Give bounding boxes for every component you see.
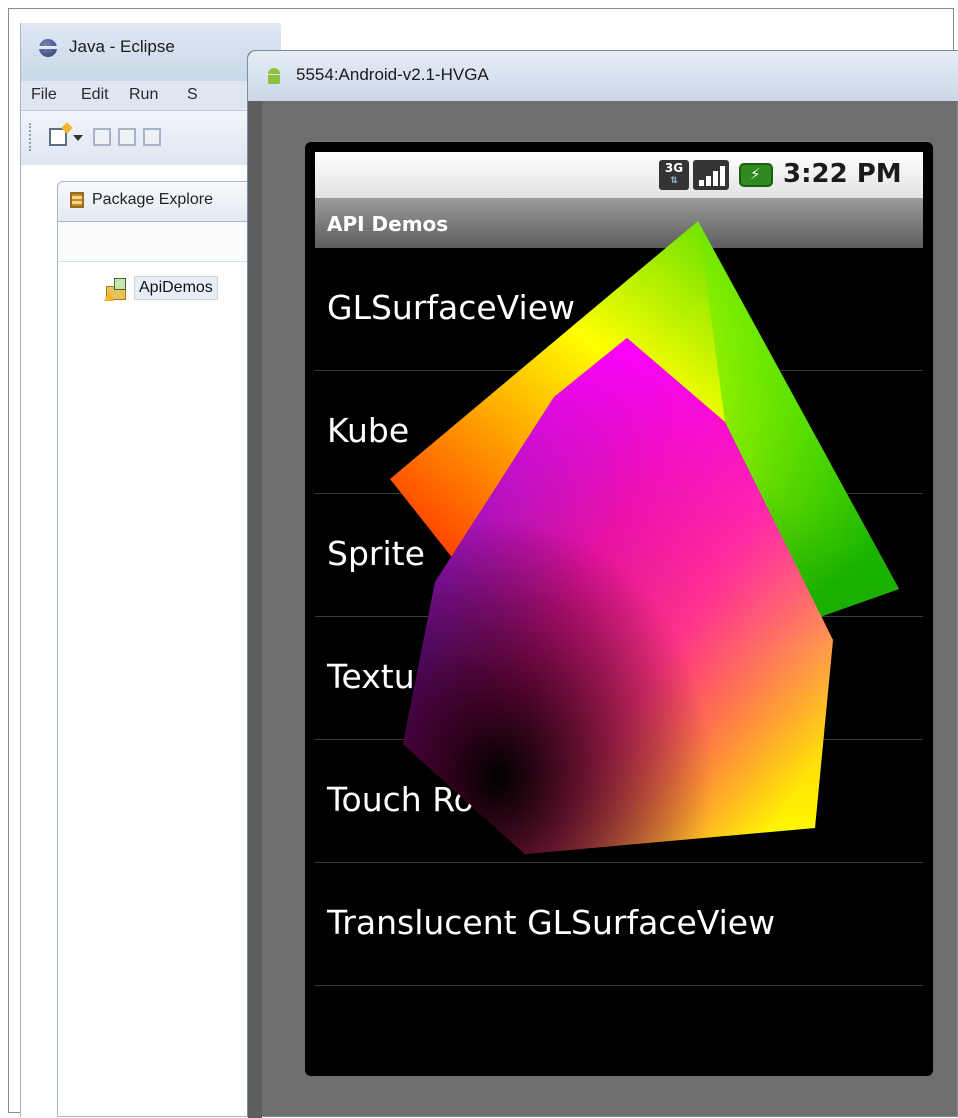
status-bar: 3G⇅ 3:22 PM — [315, 152, 923, 198]
menu-source[interactable]: S — [187, 86, 198, 104]
battery-charging-icon — [739, 163, 773, 187]
list-item-label: Textu — [327, 657, 415, 696]
tab-package-explorer-label: Package Explore — [92, 191, 213, 208]
android-icon — [266, 68, 282, 84]
eclipse-menu-bar: File Edit Run S — [21, 81, 281, 111]
list-item-kube[interactable]: Kube — [315, 371, 923, 494]
list-item-label: Touch Ro — [327, 780, 474, 819]
eclipse-window-title: Java - Eclipse — [69, 37, 175, 56]
list-item-label: Translucent GLSurfaceView — [327, 903, 776, 942]
menu-edit[interactable]: Edit — [81, 86, 109, 104]
tree-item-label: ApiDemos — [134, 276, 218, 300]
list-item-label: Kube — [327, 411, 410, 450]
eclipse-logo-icon — [38, 39, 58, 57]
list-item-textures[interactable]: Textu — [315, 617, 923, 740]
signal-strength-icon — [693, 160, 729, 190]
toolbar-grip[interactable] — [29, 123, 32, 151]
app-title: API Demos — [327, 212, 449, 236]
network-3g-icon: 3G ⇅ — [659, 160, 689, 190]
app-title-bar: API Demos — [315, 198, 923, 248]
status-time: 3:22 PM — [783, 159, 902, 189]
tree-item-apidemos[interactable]: ApiDemos — [102, 276, 262, 304]
eclipse-toolbar — [21, 111, 281, 165]
emulator-window-title: 5554:Android-v2.1-HVGA — [296, 65, 489, 84]
print-icon[interactable] — [143, 128, 161, 146]
emulator-frame-edge — [248, 101, 262, 1118]
list-item-glsurfaceview[interactable]: GLSurfaceView — [315, 248, 923, 371]
device-screen[interactable]: 3G⇅ 3:22 PM API Demos GLSurfaceView Kube… — [305, 142, 933, 1076]
new-wizard-icon[interactable] — [49, 128, 67, 146]
save-icon[interactable] — [93, 128, 111, 146]
eclipse-title-bar: Java - Eclipse — [21, 23, 281, 81]
list-item-label: Sprite — [327, 534, 425, 573]
save-all-icon[interactable] — [118, 128, 136, 146]
list-item-label: GLSurfaceView — [327, 288, 575, 327]
android-project-icon — [104, 278, 128, 302]
menu-file[interactable]: File — [31, 86, 57, 104]
package-explorer-icon — [70, 192, 84, 208]
chevron-down-icon[interactable] — [73, 135, 83, 141]
list-item-sprite[interactable]: Sprite — [315, 494, 923, 617]
list-item-translucent-glsurfaceview[interactable]: Translucent GLSurfaceView — [315, 863, 923, 986]
menu-run[interactable]: Run — [129, 86, 158, 104]
list-item-touch-rotate[interactable]: Touch Ro — [315, 740, 923, 863]
eclipse-window: Java - Eclipse File Edit Run S Package E… — [20, 23, 281, 1117]
emulator-title-bar[interactable]: 5554:Android-v2.1-HVGA — [248, 51, 958, 101]
